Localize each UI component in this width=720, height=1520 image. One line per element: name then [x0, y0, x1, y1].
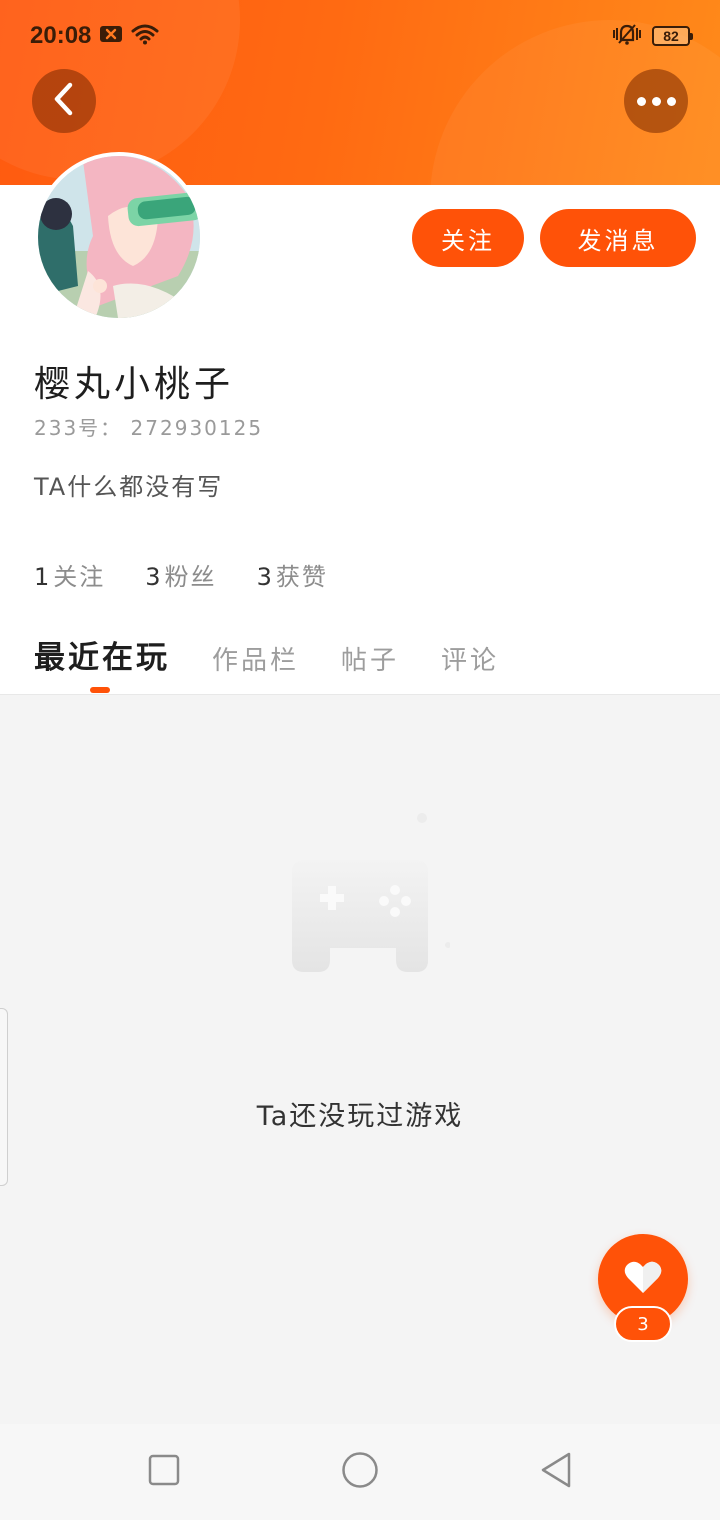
tab-recently-played[interactable]: 最近在玩 [34, 632, 170, 677]
gamepad-icon [264, 810, 451, 990]
stat-following-label: 关注 [53, 563, 106, 591]
profile-stats: 1关注 3粉丝 3获赞 [34, 557, 328, 592]
stat-following[interactable]: 1关注 [34, 557, 105, 592]
chevron-left-icon [51, 81, 77, 121]
send-message-button[interactable]: 发消息 [540, 209, 696, 267]
uid-value: 272930125 [130, 416, 264, 440]
like-count-badge: 3 [614, 1306, 672, 1342]
recent-apps-button[interactable] [140, 1448, 188, 1496]
uid-label: 233号： [34, 416, 123, 440]
system-back-button[interactable] [532, 1448, 580, 1496]
stat-fans-value: 3 [145, 563, 163, 591]
wifi-icon [131, 23, 159, 49]
close-box-icon [99, 25, 123, 47]
bio-text: TA什么都没有写 [34, 473, 224, 501]
more-button[interactable] [624, 69, 688, 133]
recent-apps-icon [148, 1454, 180, 1490]
home-icon [341, 1451, 379, 1493]
username: 樱丸小桃子 [34, 364, 235, 405]
side-drawer-handle[interactable] [0, 1008, 8, 1186]
heart-icon [623, 1259, 663, 1299]
status-bar: 20:08 82 [0, 0, 720, 72]
empty-state-text: Ta还没玩过游戏 [256, 1101, 464, 1132]
stat-following-value: 1 [34, 563, 52, 591]
status-time: 20:08 [30, 22, 92, 49]
stat-fans-label: 粉丝 [164, 563, 217, 591]
tab-comments[interactable]: 评论 [441, 640, 499, 677]
profile-tabs: 最近在玩 作品栏 帖子 评论 [34, 632, 499, 677]
more-dots-icon [636, 96, 676, 106]
follow-button[interactable]: 关注 [412, 209, 524, 267]
uid-row: 233号： 272930125 [34, 412, 263, 441]
tab-works[interactable]: 作品栏 [212, 640, 299, 677]
active-tab-indicator [90, 687, 110, 693]
battery-icon: 82 [652, 26, 693, 46]
stat-fans[interactable]: 3粉丝 [145, 557, 216, 592]
back-button[interactable] [32, 69, 96, 133]
back-triangle-icon [539, 1451, 573, 1493]
vibrate-icon [612, 22, 642, 50]
tab-posts[interactable]: 帖子 [341, 640, 399, 677]
stat-likes-value: 3 [256, 563, 274, 591]
stat-likes[interactable]: 3获赞 [257, 557, 328, 592]
battery-level: 82 [663, 28, 679, 44]
tabs-divider [0, 694, 720, 695]
system-nav-bar [0, 1424, 720, 1520]
home-button[interactable] [336, 1448, 384, 1496]
avatar[interactable] [34, 152, 204, 322]
stat-likes-label: 获赞 [275, 563, 328, 591]
